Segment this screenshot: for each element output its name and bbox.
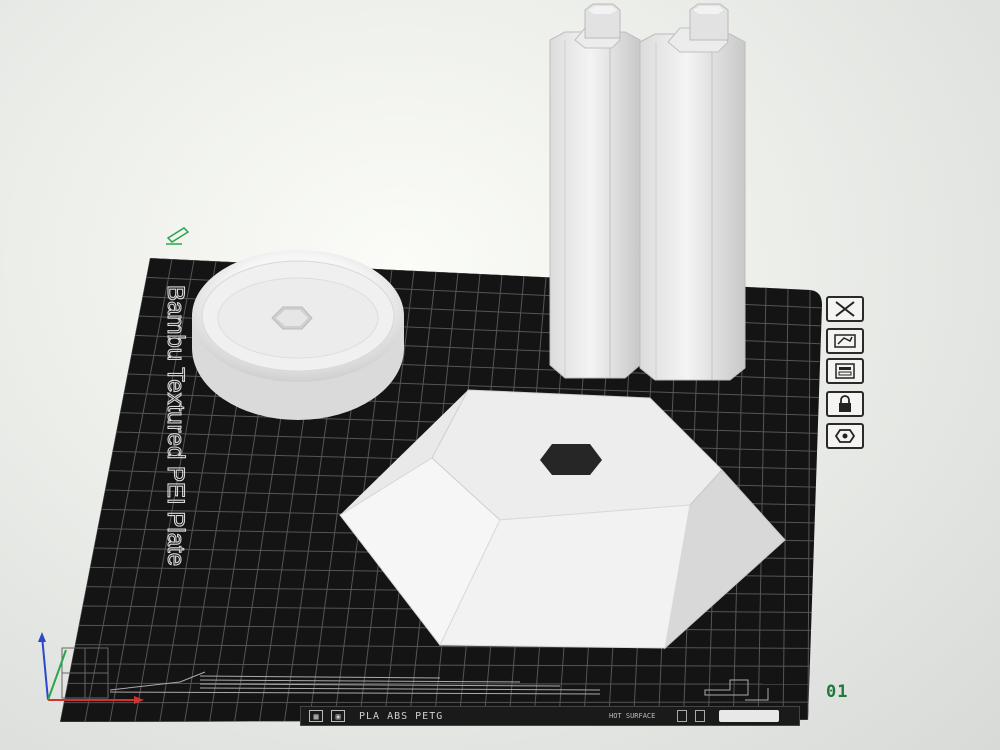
plate-name: Bambu Textured PEI Plate — [162, 285, 189, 566]
layout-icon — [835, 363, 855, 379]
plate-number: 01 — [826, 682, 849, 702]
model-pillar-right[interactable] — [639, 3, 746, 381]
model-ring[interactable] — [192, 250, 404, 420]
plate-status-bar: ▦ ▣ PLA ABS PETG HOT SURFACE — [300, 706, 800, 726]
auto-orient-button[interactable] — [826, 328, 864, 354]
arrange-button[interactable] — [826, 358, 864, 384]
delete-plate-button[interactable] — [826, 296, 864, 322]
lock-plate-button[interactable] — [826, 391, 864, 417]
arrange-icon — [834, 334, 856, 348]
edit-plate-icon[interactable] — [166, 227, 190, 243]
plate-settings-button[interactable] — [826, 423, 864, 449]
hot-surface-warning: HOT SURFACE — [609, 711, 656, 720]
qr-icon: ▦ — [309, 710, 323, 722]
plate-settings-icon — [834, 429, 856, 443]
close-icon — [835, 301, 855, 317]
filament-types: PLA ABS PETG — [359, 710, 444, 722]
model-pillar-left[interactable] — [549, 3, 641, 379]
trash-icon — [677, 710, 687, 722]
status-pill — [719, 710, 779, 722]
trash-icon-2 — [695, 710, 705, 722]
plate-icon: ▣ — [331, 710, 345, 722]
lock-icon — [839, 395, 851, 412]
